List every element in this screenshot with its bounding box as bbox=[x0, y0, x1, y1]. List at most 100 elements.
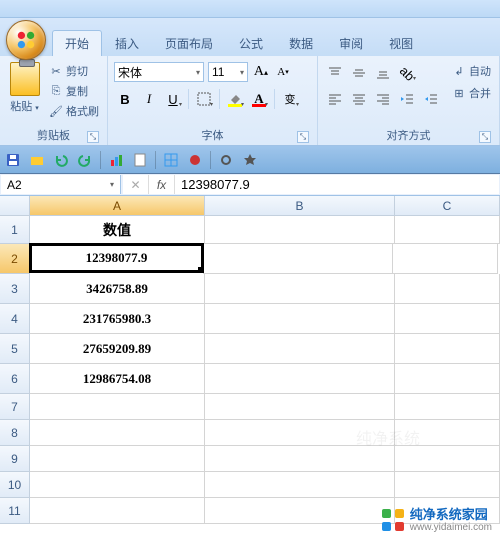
row-header[interactable]: 2 bbox=[0, 244, 30, 274]
cancel-formula-button[interactable]: ✕ bbox=[123, 175, 149, 194]
cell[interactable] bbox=[203, 244, 393, 274]
tab-view[interactable]: 视图 bbox=[376, 30, 426, 56]
tab-home[interactable]: 开始 bbox=[52, 30, 102, 56]
decrease-indent-button[interactable] bbox=[396, 88, 418, 110]
column-header-a[interactable]: A bbox=[30, 196, 205, 216]
group-alignment: ab▾ ↲自动 ⊞合并 对齐方式⤡ bbox=[318, 56, 500, 145]
cell[interactable] bbox=[30, 394, 205, 420]
row-header[interactable]: 11 bbox=[0, 498, 30, 524]
row-header[interactable]: 10 bbox=[0, 472, 30, 498]
copy-button[interactable]: ⎘复制 bbox=[47, 82, 101, 100]
name-box[interactable]: A2▾ bbox=[1, 175, 121, 194]
cell[interactable]: 231765980.3 bbox=[30, 304, 205, 334]
cell[interactable] bbox=[395, 274, 500, 304]
font-size-combo[interactable]: 11▾ bbox=[208, 62, 248, 82]
cell[interactable] bbox=[205, 274, 395, 304]
italic-button[interactable]: I bbox=[138, 88, 160, 110]
font-color-button[interactable]: A▾ bbox=[248, 88, 270, 110]
select-all-corner[interactable] bbox=[0, 196, 30, 216]
cell[interactable] bbox=[205, 420, 395, 446]
qat-button-7[interactable] bbox=[162, 151, 180, 169]
qat-button-9[interactable] bbox=[217, 151, 235, 169]
cell[interactable]: 3426758.89 bbox=[30, 274, 205, 304]
cell[interactable] bbox=[393, 244, 498, 274]
row-header[interactable]: 4 bbox=[0, 304, 30, 334]
paste-button[interactable]: 粘贴 ▾ bbox=[10, 98, 39, 114]
cut-button[interactable]: ✂剪切 bbox=[47, 62, 101, 80]
tab-insert[interactable]: 插入 bbox=[102, 30, 152, 56]
align-middle-button[interactable] bbox=[348, 62, 370, 84]
merge-button[interactable]: ⊞合并 bbox=[450, 84, 493, 102]
shrink-font-button[interactable]: A▾ bbox=[274, 62, 292, 82]
format-painter-button[interactable]: 🖌格式刷 bbox=[47, 102, 101, 120]
row-header[interactable]: 6 bbox=[0, 364, 30, 394]
qat-button-10[interactable] bbox=[241, 151, 259, 169]
bold-button[interactable]: B bbox=[114, 88, 136, 110]
row-header[interactable]: 9 bbox=[0, 446, 30, 472]
cell[interactable] bbox=[395, 216, 500, 244]
align-left-button[interactable] bbox=[324, 88, 346, 110]
tab-review[interactable]: 审阅 bbox=[326, 30, 376, 56]
cell[interactable] bbox=[30, 420, 205, 446]
border-button[interactable]: ▾ bbox=[193, 88, 215, 110]
align-top-button[interactable] bbox=[324, 62, 346, 84]
phonetic-button[interactable]: 变▾ bbox=[279, 88, 301, 110]
align-right-button[interactable] bbox=[372, 88, 394, 110]
office-button[interactable] bbox=[6, 20, 46, 60]
cell[interactable] bbox=[205, 446, 395, 472]
cell[interactable] bbox=[395, 334, 500, 364]
cell[interactable] bbox=[395, 420, 500, 446]
font-name-combo[interactable]: 宋体▾ bbox=[114, 62, 204, 82]
save-button[interactable] bbox=[4, 151, 22, 169]
cell[interactable] bbox=[205, 394, 395, 420]
cell[interactable] bbox=[205, 334, 395, 364]
qat-chart-button[interactable] bbox=[107, 151, 125, 169]
row-header[interactable]: 5 bbox=[0, 334, 30, 364]
tab-page-layout[interactable]: 页面布局 bbox=[152, 30, 226, 56]
align-center-button[interactable] bbox=[348, 88, 370, 110]
cell[interactable]: 数值 bbox=[30, 216, 205, 244]
cell[interactable] bbox=[205, 472, 395, 498]
cell[interactable] bbox=[395, 472, 500, 498]
fx-button[interactable]: fx bbox=[149, 175, 175, 194]
cell[interactable] bbox=[395, 394, 500, 420]
fill-color-button[interactable]: ▾ bbox=[224, 88, 246, 110]
underline-button[interactable]: U▾ bbox=[162, 88, 184, 110]
cell[interactable] bbox=[205, 216, 395, 244]
clipboard-expand-icon[interactable]: ⤡ bbox=[87, 131, 99, 143]
cell[interactable] bbox=[395, 304, 500, 334]
cell[interactable] bbox=[395, 364, 500, 394]
cell-selected[interactable]: 12398077.9 bbox=[29, 243, 204, 273]
row-header[interactable]: 1 bbox=[0, 216, 30, 244]
column-header-c[interactable]: C bbox=[395, 196, 500, 216]
wrap-text-button[interactable]: ↲自动 bbox=[450, 62, 493, 80]
row-header[interactable]: 3 bbox=[0, 274, 30, 304]
paste-icon[interactable] bbox=[10, 62, 40, 96]
cell[interactable] bbox=[30, 498, 205, 524]
font-expand-icon[interactable]: ⤡ bbox=[297, 131, 309, 143]
cell[interactable] bbox=[30, 472, 205, 498]
alignment-expand-icon[interactable]: ⤡ bbox=[479, 131, 491, 143]
cell[interactable] bbox=[205, 498, 395, 524]
qat-button-2[interactable] bbox=[28, 151, 46, 169]
column-header-b[interactable]: B bbox=[205, 196, 395, 216]
cell[interactable] bbox=[205, 364, 395, 394]
grow-font-button[interactable]: A▴ bbox=[252, 62, 270, 82]
cell[interactable]: 27659209.89 bbox=[30, 334, 205, 364]
row-header[interactable]: 8 bbox=[0, 420, 30, 446]
cell[interactable] bbox=[395, 446, 500, 472]
tab-data[interactable]: 数据 bbox=[276, 30, 326, 56]
qat-button-6[interactable] bbox=[131, 151, 149, 169]
orientation-button[interactable]: ab▾ bbox=[396, 62, 418, 84]
cell[interactable] bbox=[205, 304, 395, 334]
redo-button[interactable] bbox=[76, 151, 94, 169]
cell[interactable] bbox=[30, 446, 205, 472]
qat-button-8[interactable] bbox=[186, 151, 204, 169]
increase-indent-button[interactable] bbox=[420, 88, 442, 110]
undo-button[interactable] bbox=[52, 151, 70, 169]
row-header[interactable]: 7 bbox=[0, 394, 30, 420]
formula-input[interactable]: 12398077.9 bbox=[175, 177, 499, 192]
align-bottom-button[interactable] bbox=[372, 62, 394, 84]
tab-formulas[interactable]: 公式 bbox=[226, 30, 276, 56]
cell[interactable]: 12986754.08 bbox=[30, 364, 205, 394]
